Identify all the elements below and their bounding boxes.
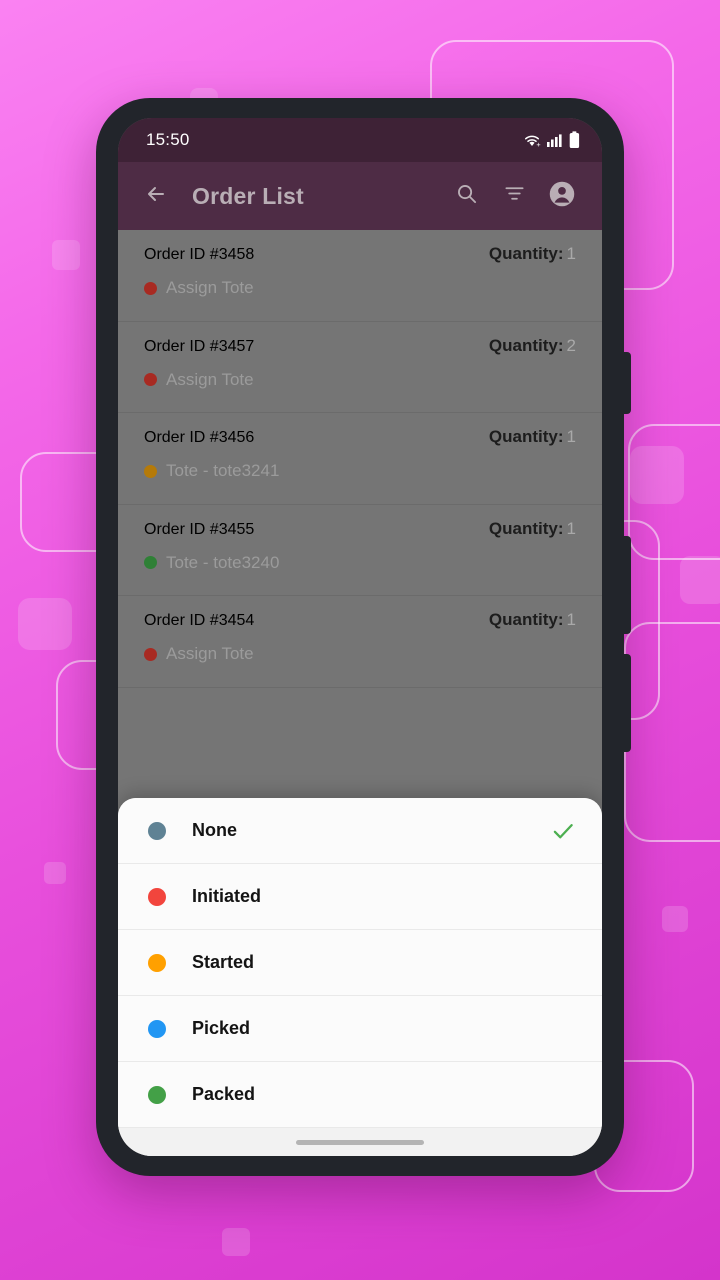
filter-option-label: None: [192, 820, 237, 840]
search-button[interactable]: [444, 174, 488, 218]
filter-option-picked[interactable]: Picked: [118, 996, 602, 1062]
status-dot-icon: [144, 556, 157, 569]
deco-square-7: [662, 906, 688, 932]
status-dot-icon: [144, 464, 157, 478]
back-button[interactable]: [134, 174, 178, 218]
filter-option-label: Initiated: [192, 886, 262, 906]
status-bar: 15:50 +: [118, 118, 602, 162]
status-dot-icon: [148, 1085, 166, 1104]
deco-square-2: [52, 240, 80, 270]
table-row[interactable]: Order ID #3456 Quantity: 1 Tote - tote324…: [118, 413, 602, 505]
order-id: Order ID #3455: [144, 520, 255, 538]
account-button[interactable]: [540, 174, 584, 218]
order-row-header: Order ID #3456 Quantity: 1: [144, 427, 576, 447]
status-dot-icon: [148, 953, 166, 972]
status-dot-icon: [148, 887, 166, 906]
quantity-value: 2: [566, 335, 576, 355]
order-list: Order ID #3458 Quantity: 1 Assign Tote Or…: [118, 230, 602, 1156]
deco-outline-6: [624, 622, 720, 842]
quantity-label: Quantity:: [488, 610, 564, 629]
gesture-handle[interactable]: [296, 1139, 424, 1145]
volume-down-button[interactable]: [623, 654, 631, 752]
filter-button[interactable]: [492, 174, 536, 218]
order-id: Order ID #3457: [144, 337, 255, 355]
status-filter-sheet: None Initiated Started Picked Packed: [118, 798, 602, 1156]
deco-square-5: [630, 446, 684, 504]
order-quantity: Quantity: 1: [489, 519, 576, 539]
status-label: Tote - tote3240: [166, 552, 280, 572]
order-status: Assign Tote: [144, 644, 576, 664]
deco-square-8: [222, 1228, 250, 1256]
wallpaper-background: 15:50 + Order List Order ID #3458 Quanti…: [0, 0, 720, 1280]
quantity-label: Quantity:: [488, 518, 564, 538]
order-row-header: Order ID #3457 Quantity: 2: [144, 336, 576, 356]
deco-square-4: [44, 862, 66, 884]
volume-up-button[interactable]: [623, 536, 631, 634]
order-quantity: Quantity: 2: [489, 336, 576, 356]
status-label: Assign Tote: [166, 278, 254, 297]
status-label: Tote - tote3241: [166, 461, 280, 480]
order-quantity: Quantity: 1: [489, 244, 576, 264]
status-dot-icon: [144, 281, 157, 295]
battery-icon: [569, 131, 580, 149]
order-id: Order ID #3456: [144, 429, 255, 446]
status-dot-icon: [148, 821, 166, 840]
status-dot-icon: [144, 647, 157, 661]
table-row[interactable]: Order ID #3457 Quantity: 2 Assign Tote: [118, 321, 602, 413]
order-id: Order ID #3454: [144, 612, 255, 629]
quantity-value: 1: [566, 610, 576, 629]
check-icon: [550, 818, 576, 844]
phone-frame: 15:50 + Order List Order ID #3458 Quanti…: [96, 98, 631, 1176]
filter-option-label: Picked: [192, 1018, 251, 1038]
power-button[interactable]: [623, 352, 631, 414]
quantity-label: Quantity:: [488, 427, 564, 446]
quantity-label: Quantity:: [488, 244, 564, 263]
order-id: Order ID #3458: [144, 246, 255, 263]
filter-option-started[interactable]: Started: [118, 930, 602, 996]
app-bar: Order List: [118, 162, 602, 230]
status-dot-icon: [148, 1019, 166, 1038]
order-status: Assign Tote: [144, 278, 576, 298]
svg-text:+: +: [536, 140, 540, 148]
quantity-label: Quantity:: [488, 335, 564, 355]
filter-option-none[interactable]: None: [118, 798, 602, 864]
wifi-icon: +: [522, 132, 542, 148]
filter-option-packed[interactable]: Packed: [118, 1062, 602, 1128]
filter-option-label: Packed: [192, 1084, 256, 1104]
quantity-value: 1: [566, 518, 576, 538]
order-status: Tote - tote3241: [144, 461, 576, 481]
deco-square-6: [680, 556, 720, 604]
filter-option-label: Started: [192, 952, 255, 972]
order-row-header: Order ID #3455 Quantity: 1: [144, 519, 576, 539]
status-label: Assign Tote: [166, 369, 254, 389]
account-icon: [548, 180, 576, 213]
status-dot-icon: [144, 373, 157, 386]
table-row[interactable]: Order ID #3458 Quantity: 1 Assign Tote: [118, 230, 602, 322]
order-row-header: Order ID #3454 Quantity: 1: [144, 610, 576, 630]
status-time: 15:50: [146, 130, 190, 149]
order-status: Tote - tote3240: [144, 553, 576, 573]
status-label: Assign Tote: [166, 644, 254, 663]
order-quantity: Quantity: 1: [489, 610, 576, 630]
filter-icon: [503, 182, 526, 210]
order-quantity: Quantity: 1: [489, 427, 576, 447]
table-row[interactable]: Order ID #3455 Quantity: 1 Tote - tote324…: [118, 504, 602, 596]
order-status: Assign Tote: [144, 370, 576, 390]
filter-option-initiated[interactable]: Initiated: [118, 864, 602, 930]
quantity-value: 1: [566, 244, 576, 263]
search-icon: [455, 182, 478, 210]
quantity-value: 1: [566, 427, 576, 446]
navigation-bar: [118, 1128, 602, 1156]
back-arrow-icon: [144, 182, 168, 211]
deco-square-3: [18, 598, 72, 650]
cellular-signal-icon: [547, 132, 564, 148]
page-title: Order List: [192, 182, 304, 209]
table-row[interactable]: Order ID #3454 Quantity: 1 Assign Tote: [118, 596, 602, 688]
phone-screen: 15:50 + Order List Order ID #3458 Quanti…: [118, 118, 602, 1156]
status-bar-icons: +: [522, 131, 580, 149]
order-row-header: Order ID #3458 Quantity: 1: [144, 244, 576, 264]
